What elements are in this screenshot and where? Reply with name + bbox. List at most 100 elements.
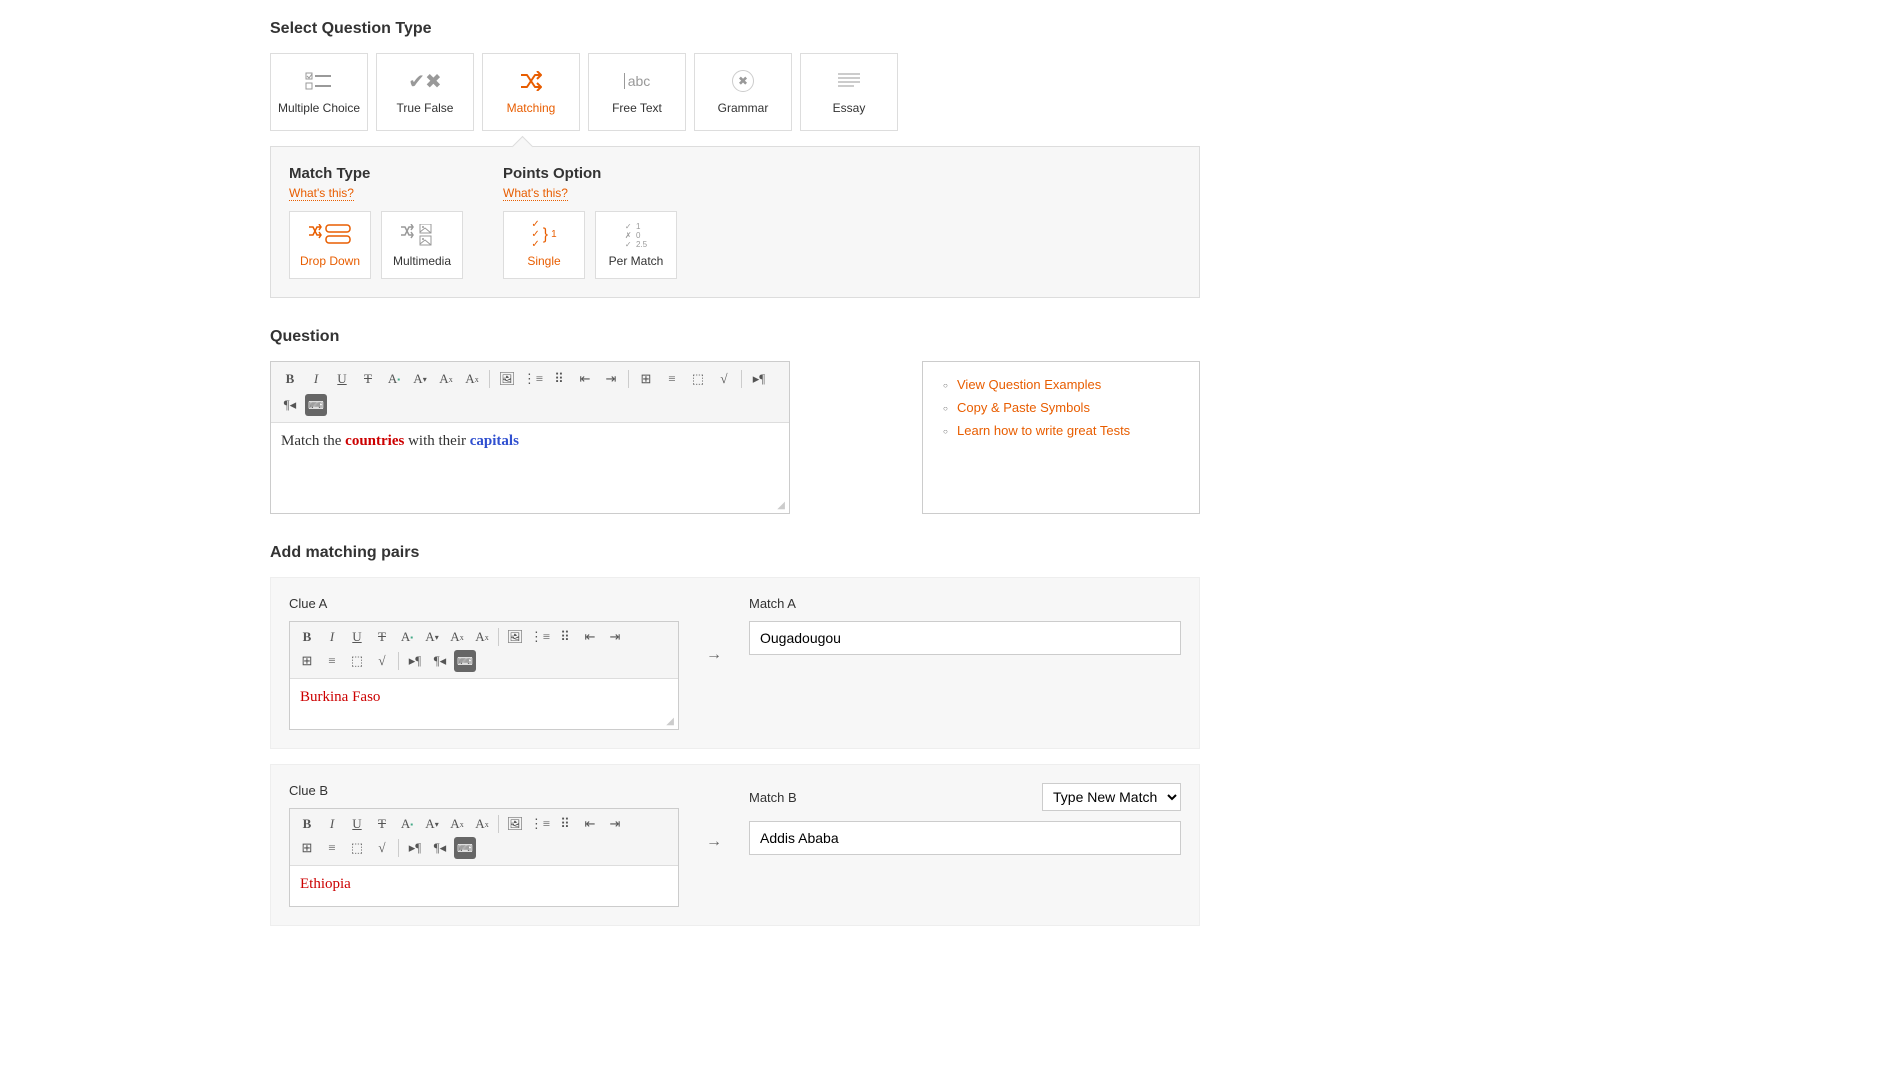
clue-content[interactable]: Ethiopia — [290, 866, 678, 906]
table-button[interactable]: ⊞ — [635, 368, 657, 390]
table-button[interactable]: ⊞ — [296, 650, 318, 672]
separator — [398, 652, 399, 670]
whats-this-link[interactable]: What's this? — [503, 186, 568, 201]
ltr-button[interactable]: ▸¶ — [404, 837, 426, 859]
keyboard-button[interactable]: ⌨ — [454, 837, 476, 859]
subscript-button[interactable]: Ax — [461, 368, 483, 390]
unordered-list-button[interactable]: ⠿ — [554, 626, 576, 648]
separator — [741, 370, 742, 388]
underline-button[interactable]: U — [346, 813, 368, 835]
underline-button[interactable]: U — [331, 368, 353, 390]
keyboard-button[interactable]: ⌨ — [454, 650, 476, 672]
clue-editor: B I U T A▪ A▾ Ax Ax 🖼 ⋮≡ ⠿ ⇤ — [289, 621, 679, 730]
pairs-title: Add matching pairs — [270, 544, 1200, 562]
strikethrough-button[interactable]: T — [371, 626, 393, 648]
rtl-button[interactable]: ¶◂ — [429, 837, 451, 859]
ltr-button[interactable]: ▸¶ — [748, 368, 770, 390]
equation-button[interactable]: √ — [713, 368, 735, 390]
bold-button[interactable]: B — [296, 626, 318, 648]
write-tests-link[interactable]: Learn how to write great Tests — [957, 423, 1130, 438]
copy-symbols-link[interactable]: Copy & Paste Symbols — [957, 400, 1090, 415]
clue-content[interactable]: Burkina Faso — [290, 679, 678, 719]
image-button[interactable]: 🖼 — [504, 626, 526, 648]
rtl-button[interactable]: ¶◂ — [279, 394, 301, 416]
question-content[interactable]: Match the countries with their capitals — [271, 423, 789, 503]
underline-button[interactable]: U — [346, 626, 368, 648]
font-color-button[interactable]: A▪ — [383, 368, 405, 390]
outdent-button[interactable]: ⇤ — [579, 813, 601, 835]
font-size-button[interactable]: A▾ — [421, 626, 443, 648]
keyboard-button[interactable]: ⌨ — [305, 394, 327, 416]
match-type-select[interactable]: Type New Match — [1042, 783, 1181, 811]
bold-button[interactable]: B — [279, 368, 301, 390]
indent-button[interactable]: ⇥ — [600, 368, 622, 390]
image-button[interactable]: 🖼 — [496, 368, 518, 390]
match-type-dropdown[interactable]: Drop Down — [289, 211, 371, 279]
superscript-button[interactable]: Ax — [446, 813, 468, 835]
subscript-button[interactable]: Ax — [471, 813, 493, 835]
points-option-group: Points Option What's this? ✓✓✓} 1 Single… — [503, 165, 677, 279]
arrow-icon: → — [699, 783, 729, 851]
points-per-match[interactable]: ✓ 1✗ 0✓ 2.5 Per Match — [595, 211, 677, 279]
equation-button[interactable]: √ — [371, 837, 393, 859]
question-text-capitals: capitals — [470, 433, 519, 449]
insert-button[interactable]: ⬚ — [346, 837, 368, 859]
unordered-list-button[interactable]: ⠿ — [548, 368, 570, 390]
italic-button[interactable]: I — [305, 368, 327, 390]
view-examples-link[interactable]: View Question Examples — [957, 377, 1101, 392]
separator — [398, 839, 399, 857]
qtype-matching[interactable]: Matching — [482, 53, 580, 131]
ordered-list-button[interactable]: ⋮≡ — [522, 368, 544, 390]
image-button[interactable]: 🖼 — [504, 813, 526, 835]
equation-button[interactable]: √ — [371, 650, 393, 672]
qtype-free-text[interactable]: abc Free Text — [588, 53, 686, 131]
match-input[interactable] — [749, 821, 1181, 855]
outdent-button[interactable]: ⇤ — [574, 368, 596, 390]
font-color-button[interactable]: A▪ — [396, 626, 418, 648]
qtype-grammar[interactable]: ✖ Grammar — [694, 53, 792, 131]
check-x-icon: ✔✖ — [408, 69, 442, 93]
question-type-row: Multiple Choice ✔✖ True False Matching a… — [270, 53, 1200, 131]
strikethrough-button[interactable]: T — [357, 368, 379, 390]
superscript-button[interactable]: Ax — [435, 368, 457, 390]
clue-toolbar: B I U T A▪ A▾ Ax Ax 🖼 ⋮≡ ⠿ ⇤ — [290, 809, 678, 866]
ltr-button[interactable]: ▸¶ — [404, 650, 426, 672]
insert-button[interactable]: ⬚ — [346, 650, 368, 672]
italic-button[interactable]: I — [321, 626, 343, 648]
help-links-box: View Question Examples Copy & Paste Symb… — [922, 361, 1200, 514]
editor-toolbar: B I U T A▪ A▾ Ax Ax 🖼 ⋮≡ ⠿ ⇤ ⇥ ⊞ ≡ — [271, 362, 789, 423]
indent-button[interactable]: ⇥ — [604, 626, 626, 648]
whats-this-link[interactable]: What's this? — [289, 186, 354, 201]
qtype-multiple-choice[interactable]: Multiple Choice — [270, 53, 368, 131]
font-color-button[interactable]: A▪ — [396, 813, 418, 835]
qtype-essay[interactable]: Essay — [800, 53, 898, 131]
ordered-list-button[interactable]: ⋮≡ — [529, 626, 551, 648]
match-type-multimedia[interactable]: Multimedia — [381, 211, 463, 279]
bold-button[interactable]: B — [296, 813, 318, 835]
font-size-button[interactable]: A▾ — [409, 368, 431, 390]
qtype-true-false[interactable]: ✔✖ True False — [376, 53, 474, 131]
rtl-button[interactable]: ¶◂ — [429, 650, 451, 672]
subscript-button[interactable]: Ax — [471, 626, 493, 648]
insert-button[interactable]: ⬚ — [687, 368, 709, 390]
outdent-button[interactable]: ⇤ — [579, 626, 601, 648]
unordered-list-button[interactable]: ⠿ — [554, 813, 576, 835]
superscript-button[interactable]: Ax — [446, 626, 468, 648]
align-button[interactable]: ≡ — [321, 837, 343, 859]
table-button[interactable]: ⊞ — [296, 837, 318, 859]
config-label: Multimedia — [393, 254, 451, 268]
ordered-list-button[interactable]: ⋮≡ — [529, 813, 551, 835]
qtype-label: Free Text — [612, 101, 662, 115]
match-input[interactable] — [749, 621, 1181, 655]
points-single[interactable]: ✓✓✓} 1 Single — [503, 211, 585, 279]
indent-button[interactable]: ⇥ — [604, 813, 626, 835]
strikethrough-button[interactable]: T — [371, 813, 393, 835]
italic-button[interactable]: I — [321, 813, 343, 835]
question-editor: B I U T A▪ A▾ Ax Ax 🖼 ⋮≡ ⠿ ⇤ ⇥ ⊞ ≡ — [270, 361, 790, 514]
help-link-item: Learn how to write great Tests — [943, 423, 1179, 438]
align-button[interactable]: ≡ — [661, 368, 683, 390]
resize-handle[interactable]: ◢ — [290, 719, 678, 729]
align-button[interactable]: ≡ — [321, 650, 343, 672]
font-size-button[interactable]: A▾ — [421, 813, 443, 835]
resize-handle[interactable]: ◢ — [271, 503, 789, 513]
